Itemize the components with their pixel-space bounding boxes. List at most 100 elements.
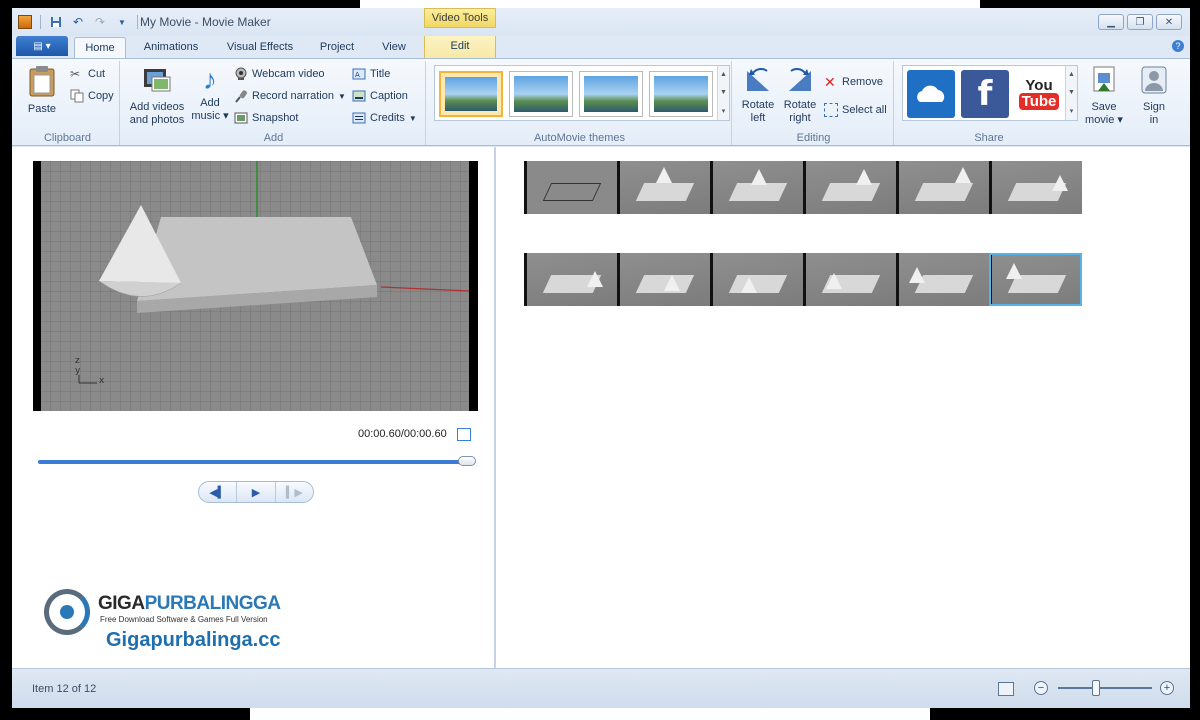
video-preview[interactable]: z y x	[33, 161, 478, 411]
rotate-left-button[interactable]: Rotate left	[738, 65, 778, 125]
title-button[interactable]: A Title	[352, 65, 390, 83]
scroll-down-icon[interactable]: ▼	[720, 89, 727, 96]
help-icon[interactable]: ?	[1172, 40, 1184, 52]
scroll-down-icon[interactable]: ▼	[1068, 89, 1075, 96]
clip-frame[interactable]	[524, 253, 617, 306]
tab-visual-effects[interactable]: Visual Effects	[220, 37, 300, 58]
play-icon[interactable]: ▶	[236, 482, 274, 502]
clip-frame[interactable]	[710, 253, 803, 306]
save-icon[interactable]	[49, 15, 63, 29]
save-movie-label: Save	[1091, 101, 1117, 113]
editing-group-label: Editing	[796, 132, 831, 144]
theme-thumbnail[interactable]	[649, 71, 713, 117]
tab-edit[interactable]: Edit	[424, 36, 496, 58]
time-readout: 00:00.60/00:00.60	[358, 428, 447, 440]
copy-button[interactable]: Copy	[70, 87, 114, 105]
tab-animations[interactable]: Animations	[136, 37, 206, 58]
credits-button[interactable]: Credits ▼	[352, 109, 417, 127]
clip-frame[interactable]	[803, 253, 896, 306]
onedrive-icon[interactable]	[907, 70, 955, 118]
undo-icon[interactable]: ↶	[71, 15, 85, 29]
caption-icon	[352, 89, 366, 103]
next-frame-icon[interactable]: ▍▶	[274, 482, 313, 502]
svg-text:y: y	[75, 366, 81, 376]
select-all-button[interactable]: Select all	[824, 101, 887, 119]
clip-frame-selected[interactable]	[989, 253, 1082, 306]
caption-button[interactable]: Caption	[352, 87, 408, 105]
seek-bar[interactable]	[38, 460, 474, 464]
zoom-slider-thumb[interactable]	[1092, 680, 1100, 696]
close-button[interactable]: ✕	[1156, 14, 1182, 30]
sign-in-button[interactable]: Sign in	[1134, 65, 1174, 127]
webcam-icon	[234, 67, 248, 81]
theme-thumbnail[interactable]	[509, 71, 573, 117]
rotate-left-label: Rotate	[741, 99, 775, 111]
title-bar: ↶ ↷ ▼ My Movie - Movie Maker Video Tools…	[12, 8, 1190, 36]
svg-text:z: z	[75, 356, 80, 366]
remove-button[interactable]: ✕ Remove	[824, 73, 883, 91]
share-gallery-scroll[interactable]: ▲ ▼ ▾	[1065, 66, 1077, 120]
add-music-button[interactable]: ♪ Add music ▾	[190, 65, 230, 123]
tab-view[interactable]: View	[372, 37, 416, 58]
redo-icon[interactable]: ↷	[93, 15, 107, 29]
storyboard-clip[interactable]	[524, 161, 1082, 214]
rotate-right-label-line2: right	[789, 112, 811, 124]
zoom-slider[interactable]	[1058, 687, 1152, 689]
save-movie-button[interactable]: Save movie ▾	[1084, 65, 1124, 127]
storyboard-clip[interactable]	[524, 253, 1082, 306]
add-videos-and-photos-button[interactable]: Add videos and photos	[126, 65, 188, 127]
tab-home[interactable]: Home	[74, 37, 126, 58]
record-narration-button[interactable]: Record narration ▼	[234, 87, 346, 105]
clip-frame[interactable]	[803, 161, 896, 214]
clip-frame[interactable]	[617, 253, 710, 306]
clip-frame[interactable]	[989, 161, 1082, 214]
credits-label: Credits	[370, 112, 405, 124]
scroll-up-icon[interactable]: ▲	[1068, 71, 1075, 78]
user-avatar-icon	[1134, 65, 1174, 99]
content-area: z y x 00:00.60/00:00.60 ◀▍ ▶ ▍▶ GIGAPURB…	[12, 147, 1190, 668]
rotate-left-label-line2: left	[750, 112, 766, 124]
facebook-icon[interactable]: f	[961, 70, 1009, 118]
webcam-video-button[interactable]: Webcam video	[234, 65, 325, 83]
youtube-icon[interactable]: You Tube	[1015, 70, 1063, 118]
snapshot-button[interactable]: Snapshot	[234, 109, 298, 127]
record-narration-label: Record narration	[252, 90, 334, 102]
clip-frame[interactable]	[617, 161, 710, 214]
remove-x-icon: ✕	[824, 74, 836, 90]
clip-frame[interactable]	[896, 161, 989, 214]
scroll-up-icon[interactable]: ▲	[720, 71, 727, 78]
title-icon: A	[352, 67, 366, 81]
dropdown-arrow-icon: ▼	[408, 113, 417, 123]
theme-thumbnail[interactable]	[579, 71, 643, 117]
webcam-video-label: Webcam video	[252, 68, 325, 80]
clip-frame[interactable]	[710, 161, 803, 214]
minimize-button[interactable]: ▁	[1098, 14, 1124, 30]
application-menu-button[interactable]: ▤ ▾	[16, 36, 68, 56]
cut-button[interactable]: ✂ Cut	[70, 65, 105, 83]
seek-thumb[interactable]	[458, 456, 476, 466]
watermark-logo: GIGAPURBALINGGA Free Download Software &…	[44, 587, 314, 657]
gallery-scroll[interactable]: ▲ ▼ ▾	[717, 66, 729, 120]
rotate-right-button[interactable]: Rotate right	[780, 65, 820, 125]
zoom-out-icon[interactable]: −	[1034, 681, 1048, 695]
storyboard-view-icon[interactable]	[998, 682, 1014, 696]
watermark-brand: GIGAPURBALINGGA	[98, 593, 281, 615]
previous-frame-icon[interactable]: ◀▍	[199, 482, 236, 502]
clip-frame[interactable]	[896, 253, 989, 306]
paste-button[interactable]: Paste	[22, 65, 62, 116]
fullscreen-icon[interactable]	[457, 428, 471, 441]
tab-project[interactable]: Project	[312, 37, 362, 58]
caption-label: Caption	[370, 90, 408, 102]
qat-dropdown-icon[interactable]: ▼	[115, 15, 129, 29]
svg-text:A: A	[355, 71, 360, 79]
gallery-expand-icon[interactable]: ▾	[1070, 107, 1074, 115]
clip-frame[interactable]	[524, 161, 617, 214]
movie-maker-app-icon[interactable]	[18, 15, 32, 29]
zoom-in-icon[interactable]: +	[1160, 681, 1174, 695]
gallery-expand-icon[interactable]: ▾	[722, 107, 726, 115]
theme-thumbnail[interactable]	[439, 71, 503, 117]
remove-label: Remove	[842, 76, 883, 88]
share-gallery: f You Tube ▲ ▼ ▾	[902, 65, 1078, 121]
music-note-icon: ♪	[203, 64, 217, 95]
restore-button[interactable]: ❐	[1127, 14, 1153, 30]
